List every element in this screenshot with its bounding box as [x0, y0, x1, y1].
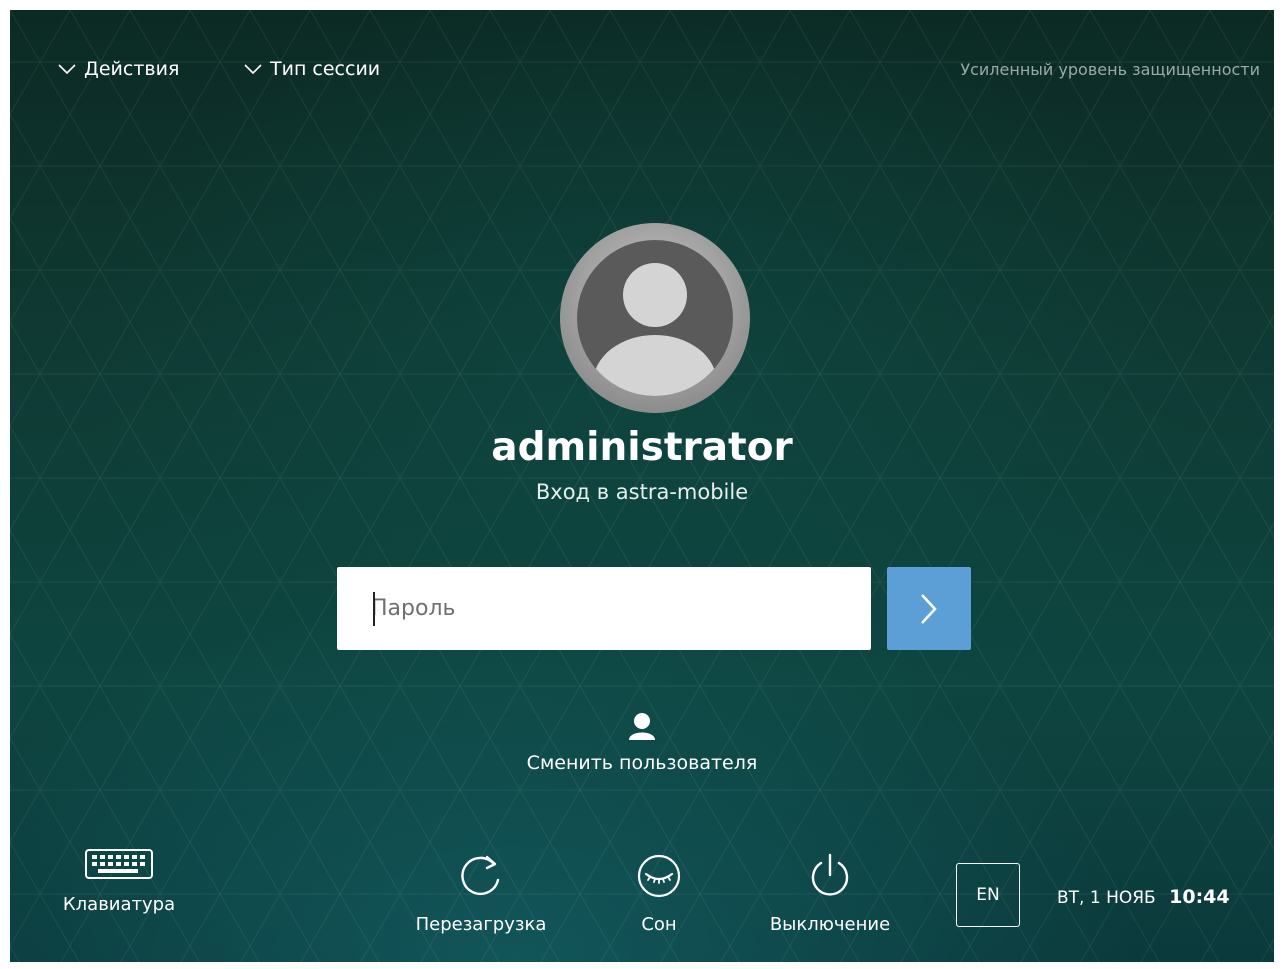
chevron-down-icon [244, 64, 262, 75]
keyboard-icon [85, 849, 153, 879]
chevron-down-icon [58, 64, 76, 75]
switch-user-label: Сменить пользователя [526, 752, 758, 774]
sleep-icon [637, 854, 681, 898]
reboot-label: Перезагрузка [415, 914, 547, 935]
sleep-button[interactable]: Сон [621, 852, 697, 935]
power-icon [811, 853, 849, 896]
switch-user-button[interactable]: Сменить пользователя [10, 712, 1274, 774]
reboot-button[interactable]: Перезагрузка [402, 852, 560, 935]
chevron-right-icon [921, 593, 937, 624]
sleep-label: Сон [641, 914, 677, 935]
actions-menu-label: Действия [84, 58, 180, 80]
keyboard-layout-indicator[interactable]: EN [956, 863, 1020, 927]
text-cursor [373, 592, 375, 626]
login-submit-button[interactable] [887, 567, 971, 650]
keyboard-label: Клавиатура [62, 894, 176, 915]
user-avatar-icon [560, 223, 750, 413]
shutdown-button[interactable]: Выключение [754, 852, 906, 935]
username: administrator [491, 425, 793, 470]
keyboard-button[interactable]: Клавиатура [54, 848, 184, 915]
shutdown-label: Выключение [769, 914, 891, 935]
time-label: 10:44 [1169, 886, 1230, 908]
security-level-label: Усиленный уровень защищенности [960, 60, 1260, 79]
session-type-menu[interactable]: Тип сессии [244, 58, 380, 80]
reboot-icon [461, 855, 500, 896]
date-time: ВТ, 1 НОЯБ 10:44 [1057, 886, 1230, 908]
login-subtitle: Вход в astra-mobile [535, 480, 749, 504]
date-label: ВТ, 1 НОЯБ [1057, 888, 1156, 908]
login-screen: Действия Тип сессии Усиленный уровень за… [10, 10, 1274, 962]
session-type-menu-label: Тип сессии [270, 58, 381, 80]
user-icon [629, 713, 655, 740]
password-input[interactable] [337, 567, 871, 650]
actions-menu[interactable]: Действия [58, 58, 179, 80]
